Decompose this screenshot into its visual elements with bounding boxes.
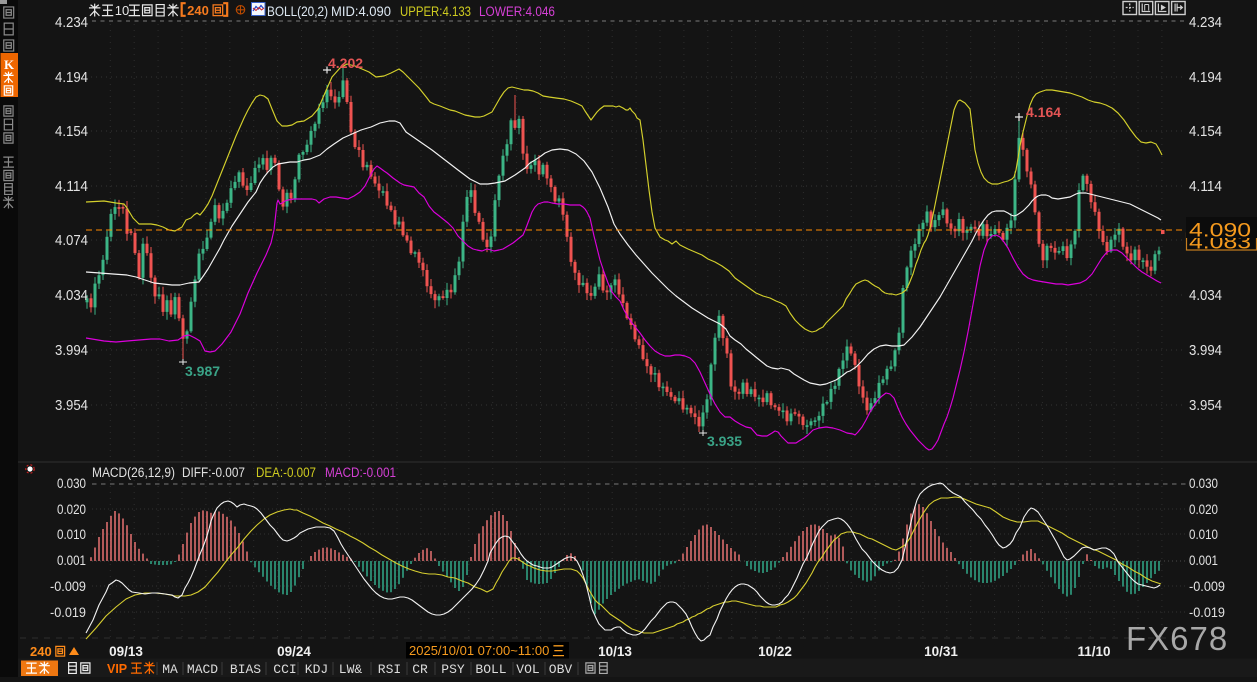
svg-text:-0.009: -0.009	[1189, 578, 1225, 594]
svg-text:4.090: 4.090	[1189, 221, 1251, 242]
svg-text:OBV: OBV	[549, 662, 573, 677]
svg-text:4.234: 4.234	[1189, 15, 1222, 31]
svg-text:3.994: 3.994	[1189, 343, 1222, 359]
svg-text:BIAS: BIAS	[230, 662, 261, 677]
svg-text:MA: MA	[162, 662, 178, 677]
svg-text:3.994: 3.994	[55, 343, 88, 359]
svg-text:4.034: 4.034	[1189, 288, 1222, 304]
svg-text:4.074: 4.074	[55, 233, 88, 249]
svg-text:-0.009: -0.009	[50, 578, 86, 594]
svg-text:2025/10/01 07:00~11:00: 2025/10/01 07:00~11:00	[409, 643, 549, 658]
svg-text:K: K	[4, 57, 15, 72]
svg-text:4.114: 4.114	[55, 179, 88, 195]
svg-text:0.030: 0.030	[1189, 475, 1218, 491]
svg-text:4.034: 4.034	[55, 288, 88, 304]
svg-text:DEA:-0.007: DEA:-0.007	[256, 465, 316, 480]
svg-text:0.001: 0.001	[57, 552, 86, 568]
svg-text:MID:4.090: MID:4.090	[331, 4, 391, 19]
svg-text:BOLL(20,2): BOLL(20,2)	[267, 4, 328, 19]
svg-text:3.954: 3.954	[1189, 398, 1222, 414]
svg-text:0.001: 0.001	[1189, 552, 1218, 568]
svg-text:KDJ: KDJ	[305, 662, 328, 677]
svg-text:MACD: MACD	[187, 662, 218, 677]
svg-text:0.010: 0.010	[57, 526, 86, 542]
svg-text:LW&: LW&	[339, 662, 363, 677]
svg-text:240: 240	[30, 644, 52, 659]
svg-text:3.935: 3.935	[707, 433, 742, 449]
svg-text:VIP: VIP	[107, 662, 127, 676]
svg-text:DIFF:-0.007: DIFF:-0.007	[182, 465, 245, 480]
svg-text:4.164: 4.164	[1026, 104, 1061, 120]
svg-text:-0.019: -0.019	[1189, 604, 1225, 620]
svg-text:0.030: 0.030	[57, 475, 86, 491]
svg-text:4.194: 4.194	[1189, 70, 1222, 86]
svg-text:FX678: FX678	[1126, 620, 1228, 657]
svg-text:0.020: 0.020	[57, 501, 86, 517]
svg-text:MACD:-0.001: MACD:-0.001	[325, 465, 396, 480]
svg-text:240: 240	[187, 3, 209, 18]
svg-text:4.114: 4.114	[1189, 179, 1222, 195]
svg-text:4.194: 4.194	[55, 70, 88, 86]
svg-text:3.987: 3.987	[185, 363, 220, 379]
svg-text:10/31: 10/31	[924, 644, 958, 659]
svg-text:MACD(26,12,9): MACD(26,12,9)	[92, 465, 175, 480]
svg-text:CCI: CCI	[273, 662, 296, 677]
svg-text:09/13: 09/13	[109, 644, 143, 659]
svg-text:4.154: 4.154	[1189, 124, 1222, 140]
svg-text:09/24: 09/24	[277, 644, 311, 659]
svg-text:0.020: 0.020	[1189, 501, 1218, 517]
svg-text:0.010: 0.010	[1189, 526, 1218, 542]
svg-text:10/22: 10/22	[758, 644, 792, 659]
svg-text:UPPER:4.133: UPPER:4.133	[400, 4, 471, 19]
svg-text:BOLL: BOLL	[475, 662, 506, 677]
svg-text:4.234: 4.234	[55, 15, 88, 31]
svg-text:LOWER:4.046: LOWER:4.046	[479, 4, 555, 19]
svg-text:VOL: VOL	[516, 662, 539, 677]
svg-text:3.954: 3.954	[55, 398, 88, 414]
svg-text:10: 10	[115, 3, 129, 18]
svg-text:4.154: 4.154	[55, 124, 88, 140]
svg-text:10/13: 10/13	[598, 644, 632, 659]
svg-text:11/10: 11/10	[1077, 644, 1110, 659]
svg-text:4.202: 4.202	[328, 55, 363, 71]
svg-text:PSY: PSY	[441, 662, 465, 677]
svg-text:CR: CR	[412, 662, 428, 677]
svg-text:RSI: RSI	[378, 662, 401, 677]
svg-text:-0.019: -0.019	[50, 604, 86, 620]
